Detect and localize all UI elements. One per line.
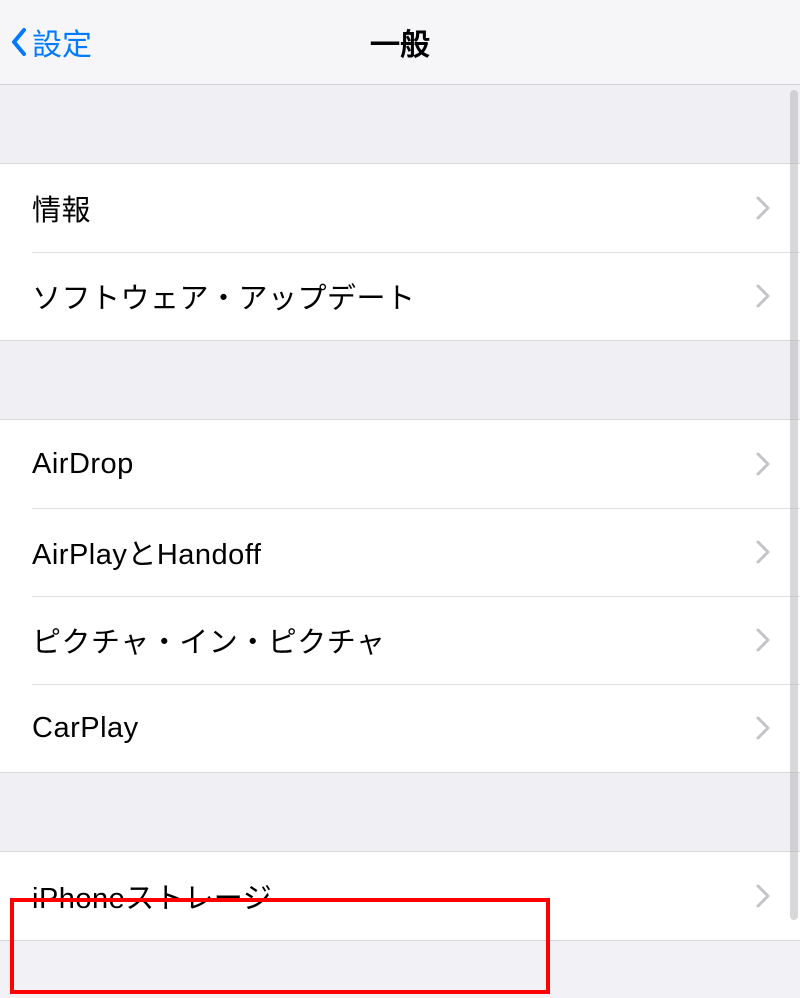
row-label: iPhoneストレージ bbox=[32, 875, 272, 917]
section-spacer bbox=[0, 773, 800, 851]
row-carplay[interactable]: CarPlay bbox=[0, 684, 800, 772]
back-label: 設定 bbox=[32, 20, 92, 64]
row-iphone-storage[interactable]: iPhoneストレージ bbox=[0, 852, 800, 940]
section-spacer bbox=[0, 341, 800, 419]
row-label: CarPlay bbox=[32, 712, 139, 745]
row-airdrop[interactable]: AirDrop bbox=[0, 420, 800, 508]
row-airplay-handoff[interactable]: AirPlayとHandoff bbox=[0, 508, 800, 596]
chevron-right-icon bbox=[756, 452, 770, 476]
chevron-right-icon bbox=[756, 628, 770, 652]
content: 情報 ソフトウェア・アップデート AirDrop AirPlayとHandoff… bbox=[0, 85, 800, 941]
row-label: AirPlayとHandoff bbox=[32, 531, 261, 573]
row-label: ソフトウェア・アップデート bbox=[32, 275, 416, 317]
page-title: 一般 bbox=[370, 20, 430, 64]
chevron-right-icon bbox=[756, 284, 770, 308]
scrollbar[interactable] bbox=[790, 90, 798, 920]
section-spacer bbox=[0, 85, 800, 163]
row-label: AirDrop bbox=[32, 448, 134, 481]
chevron-right-icon bbox=[756, 716, 770, 740]
section-storage: iPhoneストレージ bbox=[0, 851, 800, 941]
row-label: ピクチャ・イン・ピクチャ bbox=[32, 619, 385, 661]
section-about: 情報 ソフトウェア・アップデート bbox=[0, 163, 800, 341]
navigation-bar: 設定 一般 bbox=[0, 0, 800, 85]
chevron-right-icon bbox=[756, 540, 770, 564]
chevron-left-icon bbox=[10, 27, 28, 57]
row-software-update[interactable]: ソフトウェア・アップデート bbox=[0, 252, 800, 340]
back-button[interactable]: 設定 bbox=[10, 20, 92, 64]
row-label: 情報 bbox=[32, 187, 91, 229]
section-connectivity: AirDrop AirPlayとHandoff ピクチャ・イン・ピクチャ Car… bbox=[0, 419, 800, 773]
chevron-right-icon bbox=[756, 196, 770, 220]
chevron-right-icon bbox=[756, 884, 770, 908]
row-picture-in-picture[interactable]: ピクチャ・イン・ピクチャ bbox=[0, 596, 800, 684]
row-about[interactable]: 情報 bbox=[0, 164, 800, 252]
